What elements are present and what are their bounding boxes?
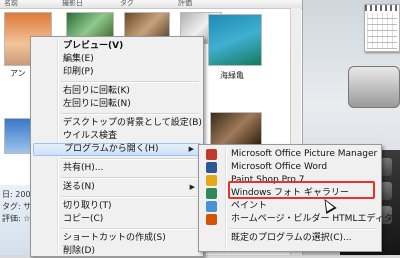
column-header-tags[interactable]: タグ [120, 0, 134, 8]
menu-item-label: プログラムから開く(H) [64, 144, 159, 154]
menu-separator [61, 196, 199, 198]
menu-item-label: 切り取り(T) [63, 201, 112, 211]
menu-separator [229, 228, 377, 230]
menu-item[interactable]: 削除(D) [33, 245, 201, 258]
menu-separator [61, 81, 199, 83]
menu-item[interactable]: 切り取り(T) [33, 200, 201, 213]
calendar-gadget[interactable] [364, 4, 400, 52]
submenu-item-label: ホームページ・ビルダー HTMLエディタ [231, 214, 393, 224]
thumbnail-label: 海緑亀 [220, 71, 244, 80]
menu-item[interactable]: プレビュー(V) [33, 40, 201, 53]
context-menu: プレビュー(V) 編集(E) 印刷(P) 右回りに回転(K) 左回りに回転(N) デスクト… [30, 36, 204, 257]
menu-item-label: コピー(C) [63, 214, 104, 224]
menu-item[interactable]: 右回りに回転(K) [33, 85, 201, 98]
menu-separator [61, 158, 199, 160]
submenu-arrow-icon: ▶ [189, 183, 195, 191]
menu-item-label: プレビュー(V) [63, 41, 124, 51]
submenu-item-label: Microsoft Office Picture Manager [231, 149, 378, 159]
clock-gadget[interactable] [348, 66, 400, 108]
column-header-rating[interactable]: 評価 [178, 0, 192, 8]
submenu-item-label: ペイント [231, 201, 268, 211]
menu-item[interactable]: 送る(N) ▶ [33, 181, 201, 194]
menu-item[interactable]: 共有(H)... [33, 162, 201, 175]
submenu-item[interactable]: ホームページ・ビルダー HTMLエディタ [201, 213, 393, 226]
menu-item[interactable]: 印刷(P) [33, 66, 201, 79]
menu-item[interactable]: ウイルス検査 [33, 130, 201, 143]
menu-item-label: 編集(E) [63, 54, 94, 64]
red-highlight-box [228, 181, 375, 199]
calendar-grid [367, 13, 397, 49]
menu-separator [61, 228, 199, 230]
menu-item-label: 送る(N) [63, 182, 95, 192]
menu-item[interactable]: 左回りに回転(N) [33, 98, 201, 111]
paint-icon [206, 201, 217, 212]
photo-thumbnail[interactable] [210, 112, 262, 148]
sea-turtle-thumbnail[interactable] [208, 14, 262, 66]
details-date: 日: 200 [2, 190, 31, 199]
submenu-item-label: 既定のプログラムの選択(C)... [231, 233, 352, 243]
homepage-builder-icon [206, 214, 217, 225]
column-header-bar: 名前 撮影日 タグ 評価 [0, 0, 302, 9]
submenu-item[interactable]: Microsoft Office Picture Manager [201, 148, 379, 161]
submenu-item[interactable]: 既定のプログラムの選択(C)... [201, 232, 379, 245]
column-header-date[interactable]: 撮影日 [62, 0, 83, 8]
photo-gallery-icon [206, 188, 217, 199]
calendar-rings [365, 5, 399, 11]
paint-shop-pro-icon [206, 175, 217, 186]
menu-item[interactable]: コピー(C) [33, 213, 201, 226]
thumbnail-label: アン [10, 69, 26, 78]
picture-manager-icon [206, 149, 217, 160]
submenu-item[interactable]: ペイント [201, 200, 379, 213]
menu-item-label: デスクトップの背景として設定(B) [63, 118, 202, 128]
submenu-item-label: Microsoft Office Word [231, 162, 328, 172]
menu-item-label: 共有(H)... [63, 163, 104, 173]
menu-item-label: ウイルス検査 [63, 131, 118, 141]
details-rating: 評価: ☆ [2, 214, 31, 223]
submenu-arrow-icon: ▶ [188, 145, 194, 153]
menu-item-label: 左回りに回転(N) [63, 99, 131, 109]
menu-item[interactable]: プログラムから開く(H) ▶ [33, 143, 201, 156]
menu-item[interactable]: デスクトップの背景として設定(B) [33, 117, 202, 130]
menu-item-label: ショートカットの作成(S) [63, 233, 166, 243]
menu-item-label: 印刷(P) [63, 67, 94, 77]
menu-item[interactable]: ショートカットの作成(S) [33, 232, 201, 245]
menu-item[interactable]: 編集(E) [33, 53, 201, 66]
column-header-name[interactable]: 名前 [4, 0, 18, 8]
menu-item-label: 右回りに回転(K) [63, 86, 130, 96]
menu-separator [61, 177, 199, 179]
submenu-item[interactable]: Microsoft Office Word [201, 161, 379, 174]
menu-separator [61, 113, 199, 115]
word-icon [206, 162, 217, 173]
